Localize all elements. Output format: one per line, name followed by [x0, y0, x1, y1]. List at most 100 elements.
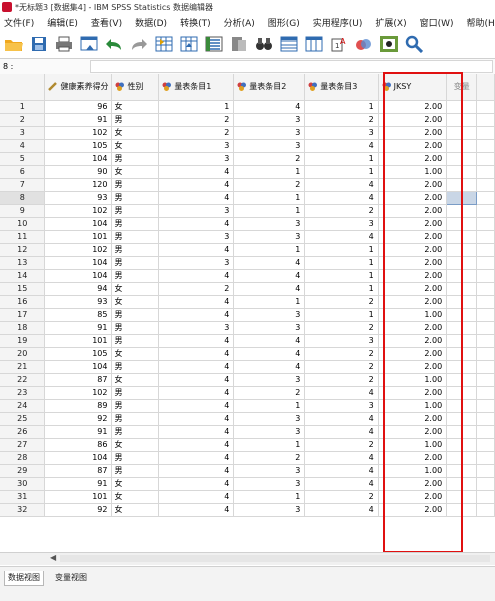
row-number[interactable]: 21 [0, 360, 46, 374]
cell-score[interactable]: 101 [44, 334, 113, 348]
cell-item3[interactable]: 4 [304, 178, 379, 192]
cell-item1[interactable]: 4 [158, 295, 235, 309]
cell-item3[interactable]: 4 [304, 477, 379, 491]
cell-jksy[interactable]: 2.00 [378, 412, 448, 426]
cell-score[interactable]: 102 [44, 204, 113, 218]
cell-item2[interactable]: 4 [233, 269, 306, 283]
show-all-variables-icon[interactable] [378, 33, 400, 55]
cell-blank[interactable] [476, 204, 495, 218]
cell-empty[interactable] [446, 360, 478, 374]
cell-score[interactable]: 104 [44, 217, 113, 231]
cell-jksy[interactable]: 1.00 [378, 438, 448, 452]
cell-item2[interactable]: 3 [233, 126, 306, 140]
cell-empty[interactable] [446, 438, 478, 452]
cell-jksy[interactable]: 2.00 [378, 191, 448, 205]
row-number[interactable]: 10 [0, 217, 46, 231]
cell-item2[interactable]: 3 [233, 477, 306, 491]
cell-blank[interactable] [476, 269, 495, 283]
cell-item3[interactable]: 3 [304, 334, 379, 348]
cell-item3[interactable]: 2 [304, 321, 379, 335]
column-header-item2[interactable]: 量表条目2 [233, 74, 306, 101]
cell-jksy[interactable]: 1.00 [378, 464, 448, 478]
open-folder-icon[interactable] [3, 33, 25, 55]
cell-empty[interactable] [446, 412, 478, 426]
cell-item3[interactable]: 1 [304, 165, 379, 179]
row-number[interactable]: 15 [0, 282, 46, 296]
column-header-blank[interactable] [476, 74, 495, 101]
cell-blank[interactable] [476, 438, 495, 452]
cell-empty[interactable] [446, 425, 478, 439]
cell-item3[interactable]: 1 [304, 282, 379, 296]
cell-jksy[interactable]: 2.00 [378, 256, 448, 270]
row-number[interactable]: 17 [0, 308, 46, 322]
cell-item3[interactable]: 3 [304, 126, 379, 140]
cell-item3[interactable]: 4 [304, 191, 379, 205]
cell-item1[interactable]: 4 [158, 425, 235, 439]
row-number[interactable]: 25 [0, 412, 46, 426]
cell-item3[interactable]: 2 [304, 204, 379, 218]
row-number[interactable]: 14 [0, 269, 46, 283]
cell-empty[interactable] [446, 230, 478, 244]
cell-item1[interactable]: 3 [158, 152, 235, 166]
cell-item3[interactable]: 4 [304, 464, 379, 478]
cell-jksy[interactable]: 1.00 [378, 165, 448, 179]
cell-empty[interactable] [446, 373, 478, 387]
cell-blank[interactable] [476, 412, 495, 426]
cell-blank[interactable] [476, 243, 495, 257]
cell-gender[interactable]: 女 [111, 126, 160, 140]
cell-item1[interactable]: 4 [158, 464, 235, 478]
cell-empty[interactable] [446, 477, 478, 491]
cell-item2[interactable]: 4 [233, 334, 306, 348]
cell-item3[interactable]: 2 [304, 113, 379, 127]
column-header-empty-var[interactable]: 变量 [446, 74, 478, 101]
cell-blank[interactable] [476, 191, 495, 205]
cell-empty[interactable] [446, 126, 478, 140]
find-binoculars-icon[interactable] [253, 33, 275, 55]
cell-item2[interactable]: 2 [233, 386, 306, 400]
cell-empty[interactable] [446, 503, 478, 517]
cell-blank[interactable] [476, 373, 495, 387]
go-to-variable-icon[interactable] [178, 33, 200, 55]
cell-item1[interactable]: 4 [158, 347, 235, 361]
cell-item3[interactable]: 1 [304, 308, 379, 322]
column-header-item3[interactable]: 量表条目3 [304, 74, 379, 101]
cell-score[interactable]: 102 [44, 126, 113, 140]
cell-empty[interactable] [446, 113, 478, 127]
cell-empty[interactable] [446, 243, 478, 257]
cell-gender[interactable]: 男 [111, 269, 160, 283]
cell-blank[interactable] [476, 451, 495, 465]
cell-gender[interactable]: 男 [111, 243, 160, 257]
cell-empty[interactable] [446, 451, 478, 465]
cell-empty[interactable] [446, 282, 478, 296]
cell-blank[interactable] [476, 360, 495, 374]
cell-empty[interactable] [446, 269, 478, 283]
row-number[interactable]: 31 [0, 490, 46, 504]
cell-empty[interactable] [446, 139, 478, 153]
cell-empty[interactable] [446, 399, 478, 413]
cell-blank[interactable] [476, 308, 495, 322]
value-labels-icon[interactable]: 1A [328, 33, 350, 55]
menu-transform[interactable]: 转换(T) [180, 16, 211, 29]
cell-blank[interactable] [476, 165, 495, 179]
print-icon[interactable] [53, 33, 75, 55]
cell-empty[interactable] [446, 191, 478, 205]
cell-score[interactable]: 91 [44, 321, 113, 335]
row-number[interactable]: 2 [0, 113, 46, 127]
cell-item1[interactable]: 4 [158, 178, 235, 192]
cell-jksy[interactable]: 2.00 [378, 503, 448, 517]
cell-blank[interactable] [476, 256, 495, 270]
cell-gender[interactable]: 女 [111, 295, 160, 309]
cell-item3[interactable]: 1 [304, 243, 379, 257]
cell-score[interactable]: 91 [44, 113, 113, 127]
cell-score[interactable]: 91 [44, 425, 113, 439]
cell-gender[interactable]: 男 [111, 451, 160, 465]
variables-icon[interactable] [203, 33, 225, 55]
cell-item3[interactable]: 2 [304, 295, 379, 309]
cell-item3[interactable]: 4 [304, 425, 379, 439]
cell-score[interactable]: 104 [44, 256, 113, 270]
cell-gender[interactable]: 男 [111, 464, 160, 478]
cell-empty[interactable] [446, 152, 478, 166]
menu-graphs[interactable]: 图形(G) [268, 16, 300, 29]
cell-item1[interactable]: 4 [158, 412, 235, 426]
cell-gender[interactable]: 女 [111, 503, 160, 517]
